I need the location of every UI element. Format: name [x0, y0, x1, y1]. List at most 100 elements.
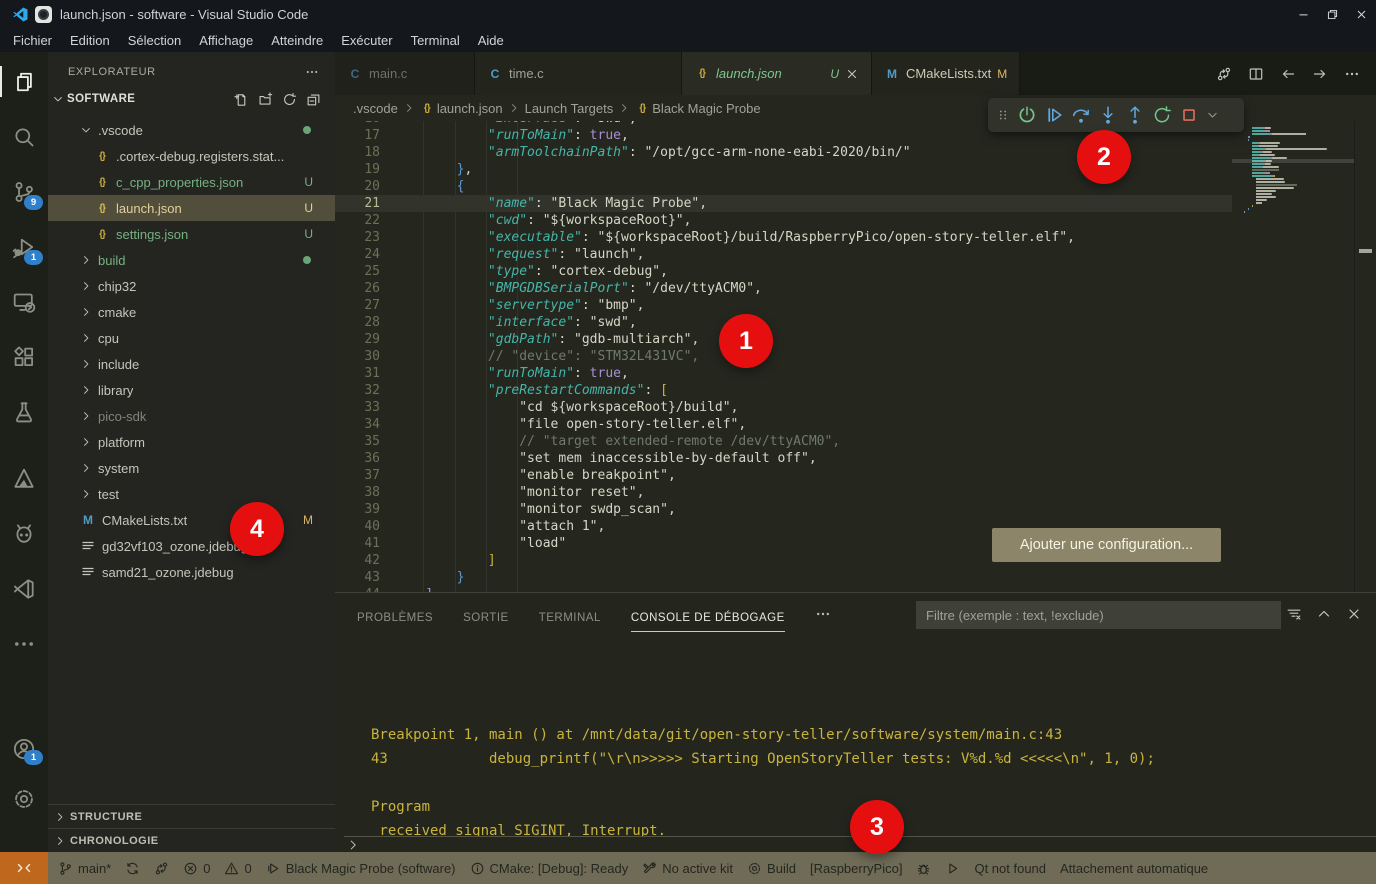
menu-item[interactable]: Aide [469, 33, 513, 48]
manage[interactable] [0, 774, 48, 824]
add-configuration-button[interactable]: Ajouter une configuration... [992, 528, 1221, 562]
step-into[interactable] [1098, 105, 1118, 125]
compare[interactable] [1216, 66, 1232, 82]
build[interactable]: build [48, 247, 335, 273]
c_cpp_properties.json[interactable]: {} c_cpp_properties.json U [48, 169, 335, 195]
library[interactable]: library [48, 377, 335, 403]
git-sync[interactable] [118, 852, 147, 884]
ozone-debug[interactable] [0, 506, 48, 561]
cmake-tools[interactable] [0, 451, 48, 506]
CONSOLE DE DÉBOGAGE[interactable]: CONSOLE DE DÉBOGAGE [631, 612, 785, 624]
qt-status[interactable]: Qt not found [967, 852, 1053, 884]
launch.json[interactable]: {} launch.json [398, 101, 503, 116]
.vscode[interactable]: .vscode [353, 101, 398, 116]
restart[interactable] [1152, 105, 1172, 125]
arrow-left[interactable] [1280, 66, 1296, 82]
remote-indicator[interactable] [0, 852, 48, 884]
ellipsis[interactable] [1344, 66, 1360, 82]
Launch Targets[interactable]: Launch Targets [503, 101, 614, 116]
launch.json[interactable]: {} launch.json U [682, 52, 872, 95]
grip[interactable] [996, 105, 1010, 125]
gd32vf103_ozone.jdebug[interactable]: gd32vf103_ozone.jdebug [48, 533, 335, 559]
CMakeLists.txt[interactable]: M CMakeLists.txt M [48, 507, 335, 533]
git-compare[interactable] [147, 852, 176, 884]
search[interactable] [0, 109, 48, 164]
code-line[interactable]: 33 "cd ${workspaceRoot}/build", [335, 399, 1232, 416]
errors[interactable]: 0 [176, 852, 217, 884]
code-line[interactable]: 28 "interface": "swd", [335, 314, 1232, 331]
SORTIE[interactable]: SORTIE [463, 612, 509, 624]
accounts[interactable]: 1 [0, 724, 48, 774]
folder-section-header[interactable]: SOFTWARE [48, 87, 335, 111]
new-folder[interactable] [258, 92, 273, 107]
code-line[interactable]: 21 "name": "Black Magic Probe", [335, 195, 1232, 212]
launch.json[interactable]: {} launch.json U [48, 195, 335, 221]
testing[interactable] [0, 384, 48, 439]
new-file[interactable] [234, 92, 249, 107]
code-line[interactable]: 29 "gdbPath": "gdb-multiarch", [335, 331, 1232, 348]
samd21_ozone.jdebug[interactable]: samd21_ozone.jdebug [48, 559, 335, 585]
code-line[interactable]: 23 "executable": "${workspaceRoot}/build… [335, 229, 1232, 246]
cmake-build[interactable]: Build [740, 852, 803, 884]
arrow-right[interactable] [1312, 66, 1328, 82]
STRUCTURE[interactable]: STRUCTURE [48, 804, 335, 828]
code-line[interactable]: 30 // "device": "STM32L431VC", [335, 348, 1232, 365]
Black Magic Probe[interactable]: {} Black Magic Probe [613, 101, 760, 116]
menu-item[interactable]: Atteindre [262, 33, 332, 48]
chevron-down[interactable] [1206, 105, 1219, 125]
include[interactable]: include [48, 351, 335, 377]
code-line[interactable]: 24 "request": "launch", [335, 246, 1232, 263]
code-line[interactable]: 31 "runToMain": true, [335, 365, 1232, 382]
settings.json[interactable]: {} settings.json U [48, 221, 335, 247]
code-line[interactable]: 25 "type": "cortex-debug", [335, 263, 1232, 280]
git-branch[interactable]: main* [51, 852, 118, 884]
menu-item[interactable]: Terminal [402, 33, 469, 48]
filter-clear[interactable] [1286, 606, 1302, 622]
PROBLÈMES[interactable]: PROBLÈMES [357, 612, 433, 624]
collapse-all[interactable] [306, 92, 321, 107]
.cortex-debug.registers.stat...[interactable]: {} .cortex-debug.registers.stat... [48, 143, 335, 169]
warnings[interactable]: 0 [217, 852, 258, 884]
chip32[interactable]: chip32 [48, 273, 335, 299]
code-line[interactable]: 35 // "target extended-remote /dev/ttyAC… [335, 433, 1232, 450]
.vscode[interactable]: .vscode [48, 117, 335, 143]
code-line[interactable]: 43 } [335, 569, 1232, 586]
minimize-button[interactable] [1289, 0, 1318, 28]
code-line[interactable]: 26 "BMPGDBSerialPort": "/dev/ttyACM0", [335, 280, 1232, 297]
extensions[interactable] [0, 329, 48, 384]
cmake-status[interactable]: CMake: [Debug]: Ready [463, 852, 636, 884]
stop[interactable] [1179, 105, 1199, 125]
CHRONOLOGIE[interactable]: CHRONOLOGIE [48, 828, 335, 852]
step-out[interactable] [1125, 105, 1145, 125]
code-editor[interactable]: 16 "interface": "swd", 17 "runToMain": t… [335, 121, 1232, 592]
source-control[interactable]: 9 [0, 164, 48, 219]
platform[interactable]: platform [48, 429, 335, 455]
close-tab-icon[interactable] [845, 67, 859, 81]
explorer[interactable] [0, 54, 48, 109]
test[interactable]: test [48, 481, 335, 507]
cmake-kit[interactable]: No active kit [635, 852, 740, 884]
restore-button[interactable] [1318, 0, 1347, 28]
pico-sdk[interactable]: pico-sdk [48, 403, 335, 429]
cpu[interactable]: cpu [48, 325, 335, 351]
refresh[interactable] [282, 92, 297, 107]
time.c[interactable]: C time.c [475, 52, 682, 95]
system[interactable]: system [48, 455, 335, 481]
code-line[interactable]: 34 "file open-story-teller.elf", [335, 416, 1232, 433]
power[interactable] [1017, 105, 1037, 125]
close[interactable] [1346, 606, 1362, 622]
run-and-debug[interactable]: 1 [0, 219, 48, 274]
additional-views[interactable] [0, 616, 48, 671]
main.c[interactable]: C main.c [335, 52, 475, 95]
code-line[interactable]: 37 "enable breakpoint", [335, 467, 1232, 484]
debug-launch-config[interactable]: Black Magic Probe (software) [259, 852, 463, 884]
panel-tab[interactable] [815, 606, 831, 629]
auto-attach[interactable]: Attachement automatique [1053, 852, 1215, 884]
code-line[interactable]: 36 "set mem inaccessible-by-default off"… [335, 450, 1232, 467]
remote-explorer[interactable] [0, 274, 48, 329]
menu-item[interactable]: Affichage [190, 33, 262, 48]
cmake-target[interactable]: [RaspberryPico] [803, 852, 909, 884]
cmake[interactable]: cmake [48, 299, 335, 325]
debug-filter-input[interactable] [916, 601, 1281, 629]
split[interactable] [1248, 66, 1264, 82]
